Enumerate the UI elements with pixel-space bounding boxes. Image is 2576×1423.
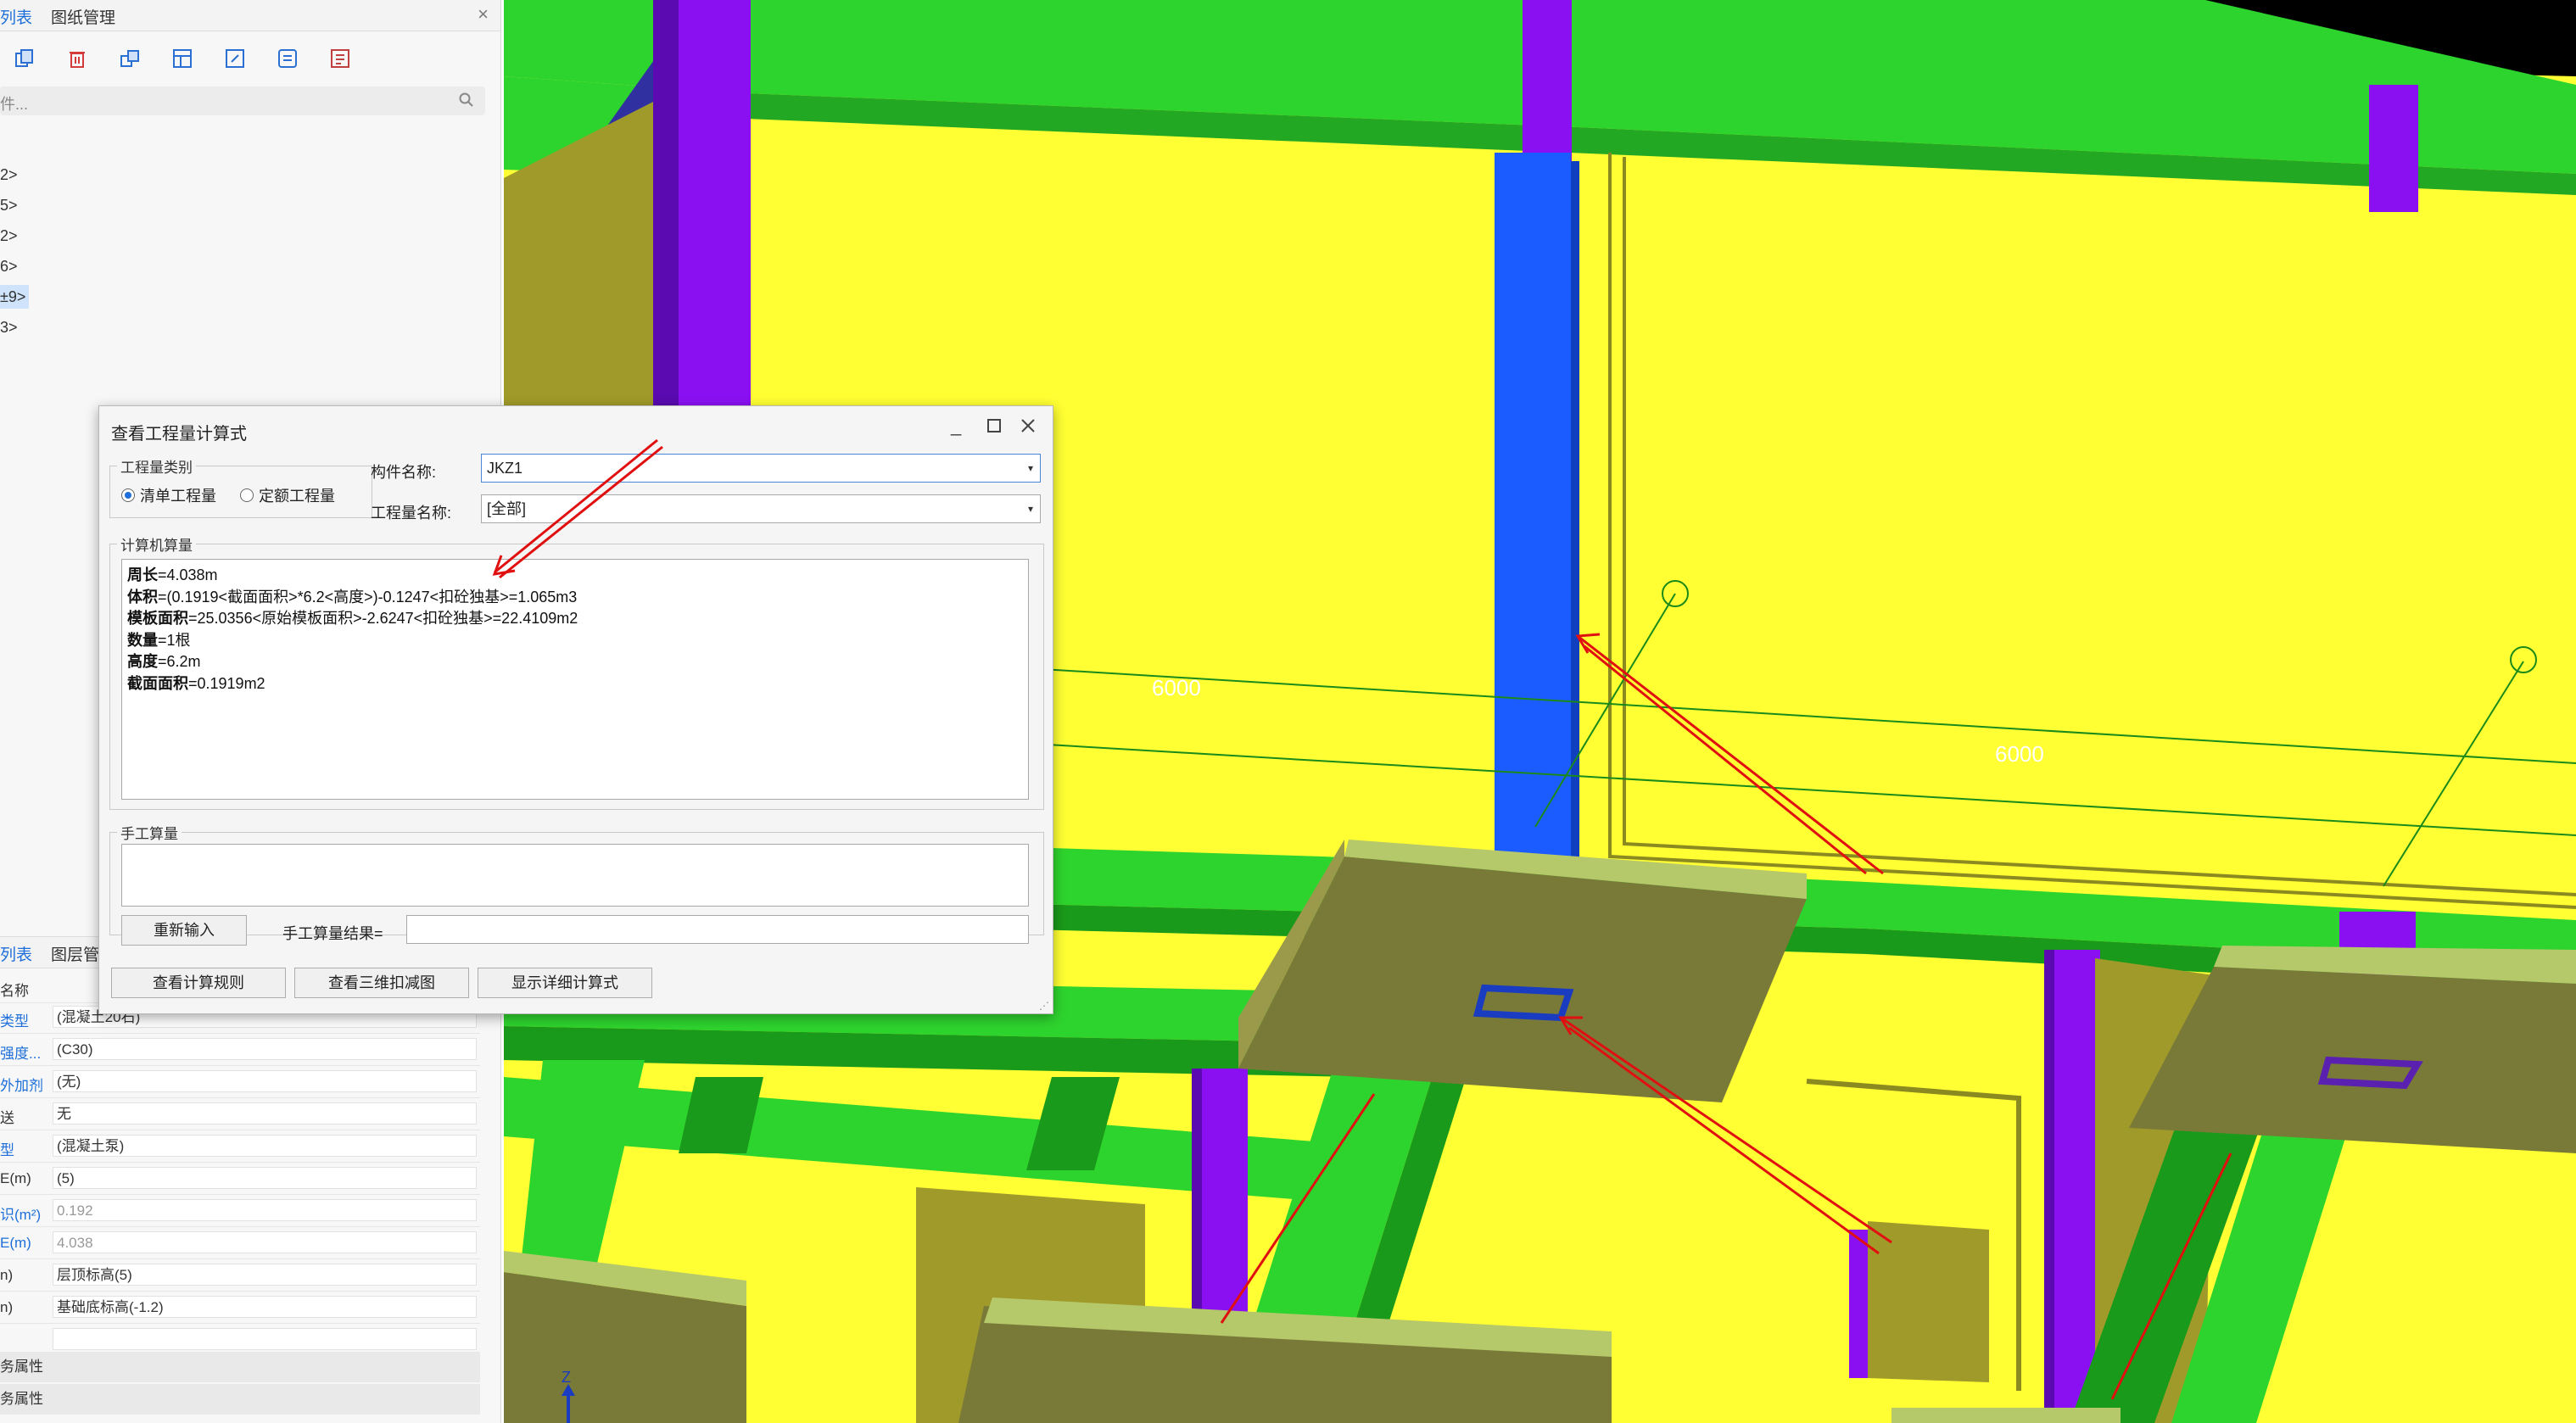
property-row: 型 (混凝土泵) bbox=[0, 1131, 480, 1163]
property-row: n) 层顶标高(5) bbox=[0, 1260, 480, 1292]
table-icon[interactable] bbox=[166, 42, 198, 75]
search-input[interactable]: 件... bbox=[0, 86, 485, 115]
property-row: n) 基础底标高(-1.2) bbox=[0, 1292, 480, 1324]
property-value[interactable]: (混凝土泵) bbox=[53, 1135, 477, 1157]
property-value[interactable]: (无) bbox=[53, 1070, 477, 1092]
tree-item[interactable]: 2> bbox=[0, 224, 21, 248]
property-name: 外加剂 bbox=[0, 1078, 43, 1094]
property-row: 外加剂 (无) bbox=[0, 1067, 480, 1098]
section-header[interactable]: 务属性 bbox=[0, 1352, 480, 1382]
search-placeholder: 件... bbox=[0, 96, 29, 113]
property-name: 类型 bbox=[0, 1013, 29, 1030]
property-name: 强度... bbox=[0, 1046, 42, 1062]
axis-label: Z bbox=[562, 1369, 571, 1386]
property-name: 识(m²) bbox=[0, 1207, 42, 1223]
delete-icon[interactable] bbox=[61, 42, 93, 75]
property-value[interactable]: 层顶标高(5) bbox=[53, 1264, 477, 1286]
property-value[interactable]: (5) bbox=[53, 1167, 477, 1189]
edit-table-icon[interactable] bbox=[219, 42, 251, 75]
report-icon[interactable] bbox=[324, 42, 356, 75]
property-name: 型 bbox=[0, 1142, 14, 1158]
tab-layer-management[interactable]: 图层管 bbox=[51, 942, 99, 965]
manual-calculation-textbox[interactable] bbox=[121, 844, 1029, 907]
view-calculation-rules-button[interactable]: 查看计算规则 bbox=[111, 968, 286, 998]
tree-item[interactable]: 3> bbox=[0, 315, 21, 339]
top-tab-bar: 列表 图纸管理 × bbox=[0, 0, 500, 31]
property-name: 名称 bbox=[0, 983, 29, 999]
copy-icon[interactable] bbox=[8, 42, 41, 75]
view-3d-deduction-button[interactable]: 查看三维扣减图 bbox=[294, 968, 469, 998]
tree-item[interactable]: 6> bbox=[0, 254, 21, 278]
search-icon[interactable] bbox=[458, 92, 475, 113]
close-icon[interactable]: × bbox=[478, 3, 489, 25]
dimension-label: 6000 bbox=[1152, 675, 1201, 700]
tab-list[interactable]: 列表 bbox=[0, 5, 32, 28]
calculation-formula-dialog: 查看工程量计算式 _ 工程量类别 清单工程量 定额工程量 构件名称: JKZ1 … bbox=[98, 405, 1053, 1014]
reenter-button[interactable]: 重新输入 bbox=[121, 915, 247, 946]
layer-copy-icon[interactable] bbox=[114, 42, 146, 75]
property-row: 送 无 bbox=[0, 1099, 480, 1130]
tab-property-list[interactable]: 列表 bbox=[0, 942, 32, 965]
resize-grip-icon[interactable]: ⋰ bbox=[1039, 1000, 1049, 1012]
tab-drawing-management[interactable]: 图纸管理 bbox=[51, 5, 115, 28]
property-value[interactable]: (C30) bbox=[53, 1038, 477, 1060]
tree-item-selected[interactable]: ±9> bbox=[0, 285, 30, 309]
property-value[interactable]: 无 bbox=[53, 1102, 477, 1124]
property-value: 4.038 bbox=[53, 1231, 477, 1253]
property-name: E(m) bbox=[0, 1235, 31, 1251]
property-name: n) bbox=[0, 1299, 14, 1315]
property-row: 强度... (C30) bbox=[0, 1035, 480, 1066]
property-name: n) bbox=[0, 1267, 14, 1283]
property-value[interactable] bbox=[53, 1328, 477, 1350]
property-row: E(m) 4.038 bbox=[0, 1228, 480, 1259]
tree-item[interactable]: 2> bbox=[0, 163, 21, 187]
manual-result-field[interactable] bbox=[406, 915, 1029, 944]
tree-item[interactable]: 5> bbox=[0, 193, 21, 217]
property-value: 0.192 bbox=[53, 1199, 477, 1221]
section-header[interactable]: 务属性 bbox=[0, 1384, 480, 1415]
component-toolbar bbox=[0, 34, 500, 81]
property-row: E(m) (5) bbox=[0, 1164, 480, 1195]
property-name: E(m) bbox=[0, 1170, 31, 1186]
list-icon[interactable] bbox=[271, 42, 304, 75]
property-row: 识(m²) 0.192 bbox=[0, 1196, 480, 1227]
dimension-label: 6000 bbox=[1995, 741, 2044, 767]
property-value[interactable]: 基础底标高(-1.2) bbox=[53, 1296, 477, 1318]
manual-result-label: 手工算量结果= bbox=[282, 925, 383, 942]
show-detailed-formula-button[interactable]: 显示详细计算式 bbox=[478, 968, 652, 998]
group-legend: 手工算量 bbox=[120, 826, 178, 842]
property-name: 送 bbox=[0, 1110, 14, 1126]
